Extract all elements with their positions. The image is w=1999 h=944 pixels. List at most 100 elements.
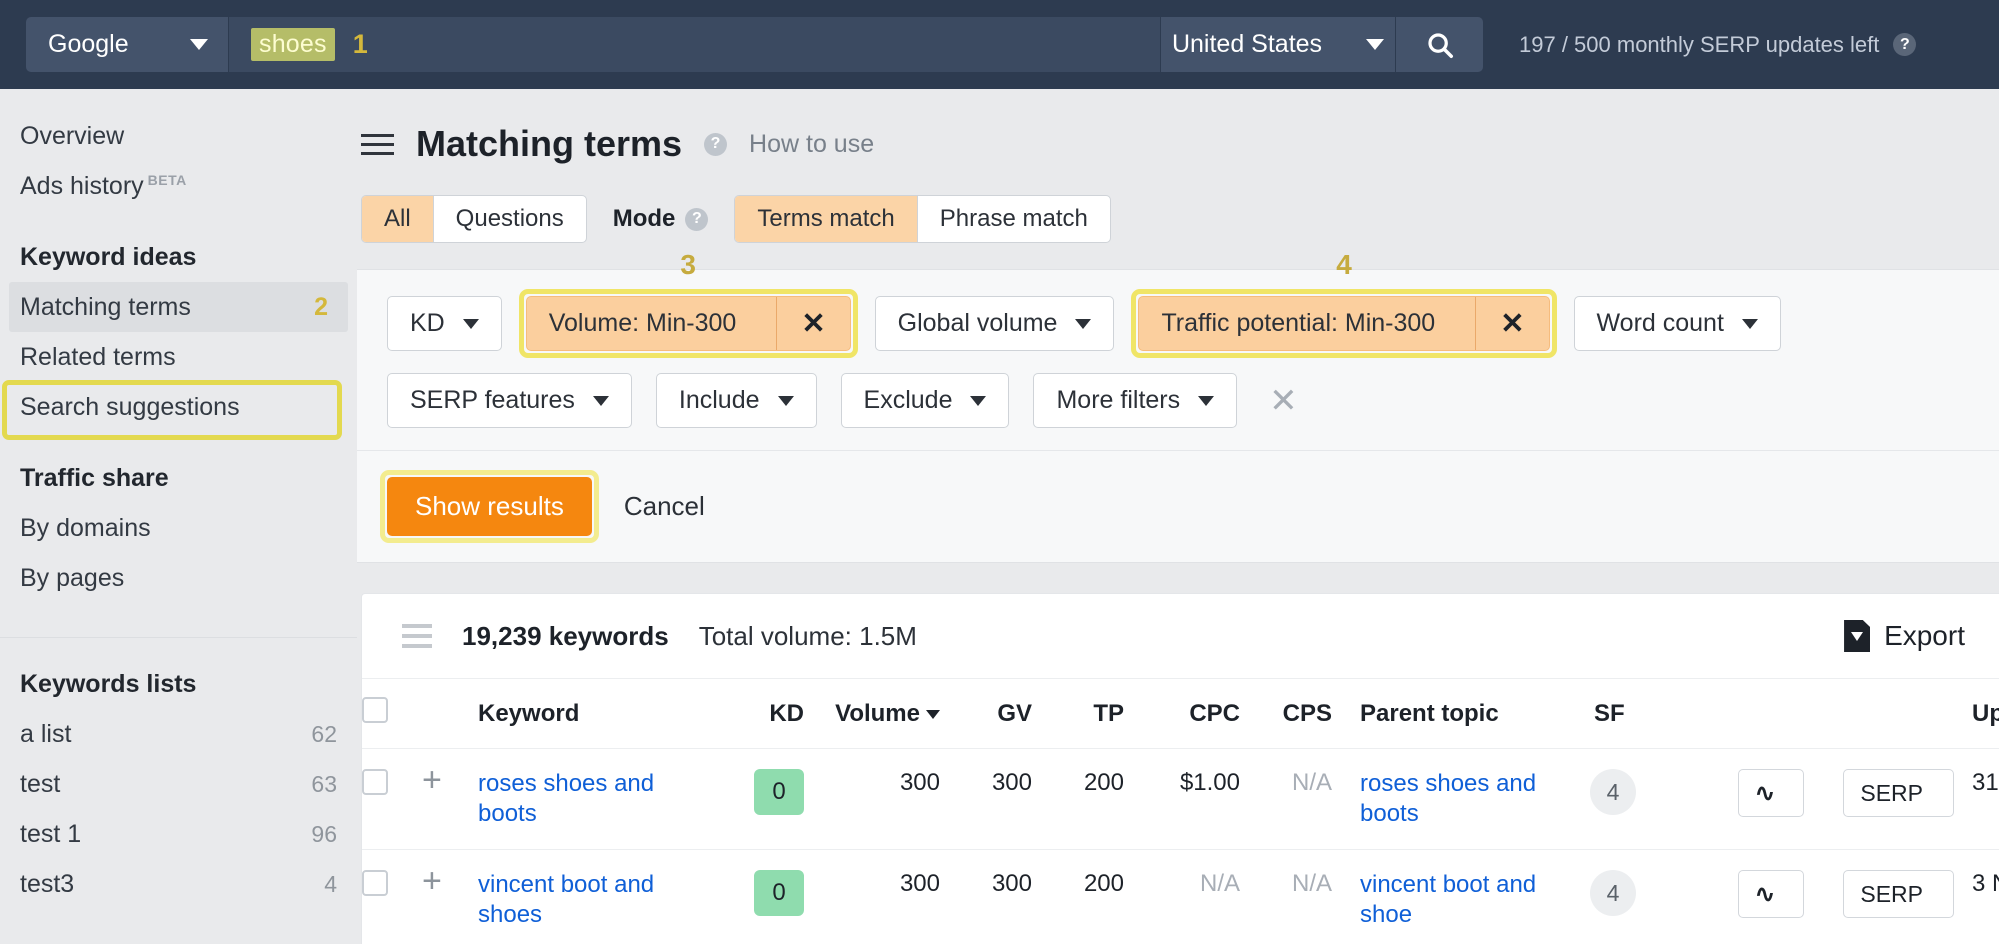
hamburger-icon[interactable] xyxy=(361,134,394,155)
filter-exclude[interactable]: Exclude xyxy=(841,373,1010,428)
question-mark-icon[interactable]: ? xyxy=(704,133,727,156)
sidebar-item-by-domains[interactable]: By domains xyxy=(0,503,357,553)
column-sf[interactable]: SF xyxy=(1582,679,1674,749)
keyword-input[interactable]: shoes 1 xyxy=(228,17,1160,72)
sidebar-item-list-test-1[interactable]: test 1 96 xyxy=(0,809,357,859)
filter-traffic-potential[interactable]: Traffic potential: Min-300 ✕ xyxy=(1138,296,1549,351)
filter-label: Include xyxy=(679,386,760,415)
column-kd[interactable]: KD xyxy=(718,679,804,749)
beta-tag: BETA xyxy=(148,172,187,188)
filter-kd[interactable]: KD xyxy=(387,296,502,351)
mode-label: Mode xyxy=(613,205,676,233)
sidebar-section-traffic-share: Traffic share xyxy=(0,454,357,503)
search-button[interactable] xyxy=(1395,17,1483,72)
sidebar-item-overview[interactable]: Overview xyxy=(0,111,357,161)
segment-controls: All Questions Mode ? Terms match Phrase … xyxy=(361,195,1999,243)
show-results-button[interactable]: Show results xyxy=(387,477,592,536)
row-checkbox[interactable] xyxy=(362,870,388,896)
column-tp[interactable]: TP xyxy=(1032,679,1124,749)
column-cpc[interactable]: CPC xyxy=(1124,679,1240,749)
page-title: Matching terms xyxy=(416,123,682,165)
add-to-list-icon[interactable]: + xyxy=(422,862,442,900)
serp-dropdown[interactable]: SERP xyxy=(1843,870,1954,918)
chevron-down-icon xyxy=(1742,319,1758,329)
filter-more-filters[interactable]: More filters xyxy=(1033,373,1237,428)
column-serp xyxy=(1804,679,1954,749)
tab-phrase-match[interactable]: Phrase match xyxy=(918,196,1110,242)
sidebar-item-search-suggestions[interactable]: Search suggestions xyxy=(0,382,357,432)
kd-badge: 0 xyxy=(754,870,804,916)
annotation-badge-2: 2 xyxy=(314,292,328,322)
select-all-checkbox[interactable] xyxy=(362,697,388,723)
question-mark-icon[interactable]: ? xyxy=(1893,33,1916,56)
question-mark-icon[interactable]: ? xyxy=(685,208,708,231)
filter-row-primary: KD 3 Volume: Min-300 ✕ Global volume xyxy=(357,296,1999,351)
filter-label: More filters xyxy=(1056,386,1180,415)
results-panel: 19,239 keywords Total volume: 1.5M Expor… xyxy=(361,593,1999,944)
chevron-down-icon xyxy=(463,319,479,329)
column-updated[interactable]: Updated xyxy=(1954,679,1999,749)
sidebar-item-list-a-list[interactable]: a list 62 xyxy=(0,709,357,759)
filter-volume[interactable]: Volume: Min-300 ✕ xyxy=(526,296,851,351)
sidebar-item-matching-terms[interactable]: Matching terms 2 xyxy=(9,282,348,332)
column-volume[interactable]: Volume xyxy=(804,679,940,749)
filter-label: Exclude xyxy=(864,386,953,415)
row-sf-cell: 4 xyxy=(1582,749,1674,850)
search-icon xyxy=(1425,30,1455,60)
sidebar-item-ads-history[interactable]: Ads historyBETA xyxy=(0,161,357,211)
cancel-button[interactable]: Cancel xyxy=(624,491,705,522)
serp-dropdown[interactable]: SERP xyxy=(1843,769,1954,817)
tab-questions[interactable]: Questions xyxy=(434,196,586,242)
filter-actions: Show results Cancel xyxy=(357,450,1999,562)
search-engine-select[interactable]: Google xyxy=(26,17,228,72)
row-cpc-cell: $1.00 xyxy=(1124,749,1240,850)
sidebar-item-related-terms[interactable]: Related terms xyxy=(0,332,357,382)
tab-all[interactable]: All xyxy=(362,196,434,242)
sidebar-item-list-test[interactable]: test 63 xyxy=(0,759,357,809)
column-parent-topic[interactable]: Parent topic xyxy=(1332,679,1582,749)
country-select[interactable]: United States xyxy=(1160,17,1395,72)
row-sf-cell: 4 xyxy=(1582,850,1674,944)
close-icon[interactable]: ✕ xyxy=(776,297,849,350)
table-row: + roses shoes and boots 0 300 300 200 $1… xyxy=(362,749,1999,850)
parent-topic-link[interactable]: roses shoes and boots xyxy=(1360,769,1582,829)
clear-filters-icon[interactable]: ✕ xyxy=(1269,381,1298,421)
filter-include[interactable]: Include xyxy=(656,373,817,428)
keyword-link[interactable]: vincent boot and shoes xyxy=(478,870,718,930)
row-checkbox[interactable] xyxy=(362,769,388,795)
annotation-badge-4: 4 xyxy=(1336,249,1352,281)
add-to-list-icon[interactable]: + xyxy=(422,761,442,799)
mode-label-group: Mode ? xyxy=(613,205,709,233)
list-count: 63 xyxy=(311,771,337,799)
sidebar-divider xyxy=(0,637,357,638)
trend-dropdown[interactable]: ∿ xyxy=(1738,870,1804,918)
row-keyword-cell: vincent boot and shoes xyxy=(478,850,718,944)
serp-updates-text: 197 / 500 monthly SERP updates left xyxy=(1519,32,1879,58)
parent-topic-link[interactable]: vincent boot and shoe xyxy=(1360,870,1582,930)
download-file-icon xyxy=(1844,620,1870,652)
table-row: + vincent boot and shoes 0 300 300 200 N… xyxy=(362,850,1999,944)
trend-dropdown[interactable]: ∿ xyxy=(1738,769,1804,817)
chevron-down-icon xyxy=(190,39,208,50)
row-volume-cell: 300 xyxy=(804,850,940,944)
filter-serp-features[interactable]: SERP features xyxy=(387,373,632,428)
main-content: Matching terms ? How to use All Question… xyxy=(357,89,1999,944)
sidebar-item-by-pages[interactable]: By pages xyxy=(0,553,357,603)
keyword-link[interactable]: roses shoes and boots xyxy=(478,769,718,829)
filter-word-count[interactable]: Word count xyxy=(1574,296,1781,351)
column-gv[interactable]: GV xyxy=(940,679,1032,749)
column-keyword[interactable]: Keyword xyxy=(478,679,718,749)
export-button[interactable]: Export xyxy=(1844,620,1965,652)
filter-label: Global volume xyxy=(898,309,1058,338)
chevron-down-icon xyxy=(778,396,794,406)
tab-terms-match[interactable]: Terms match xyxy=(735,196,917,242)
keyword-value: shoes xyxy=(251,28,335,61)
how-to-use-link[interactable]: How to use xyxy=(749,130,874,159)
sort-descending-icon xyxy=(926,710,940,719)
sparkline-icon: ∿ xyxy=(1755,880,1773,909)
filter-global-volume[interactable]: Global volume xyxy=(875,296,1115,351)
list-view-icon[interactable] xyxy=(402,624,432,648)
sidebar-item-list-test3[interactable]: test3 4 xyxy=(0,859,357,909)
column-cps[interactable]: CPS xyxy=(1240,679,1332,749)
close-icon[interactable]: ✕ xyxy=(1475,297,1548,350)
